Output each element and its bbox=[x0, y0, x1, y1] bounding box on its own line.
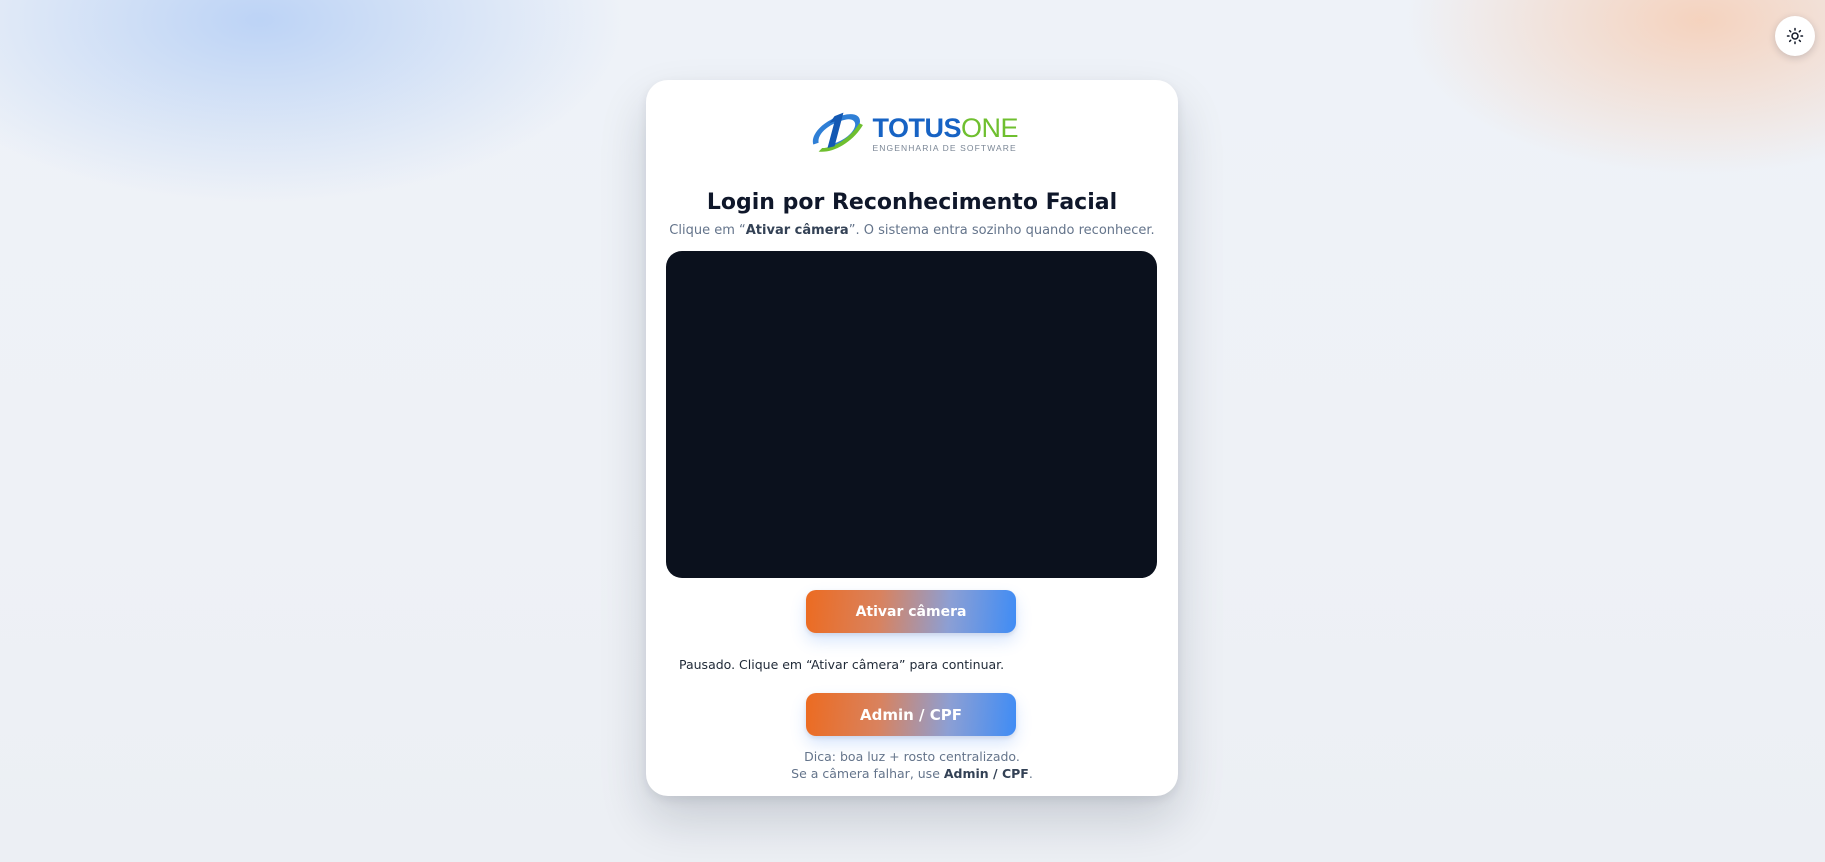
totus-one-logo-mark bbox=[812, 112, 863, 152]
status-message: Pausado. Clique em “Ativar câmera” para … bbox=[679, 657, 1005, 672]
tip-admin-link: Admin / CPF bbox=[943, 766, 1029, 781]
page-subtitle: Clique em “Ativar câmera”. O sistema ent… bbox=[646, 223, 1178, 238]
tip-line-2: Se a câmera falhar, use Admin / CPF. bbox=[646, 765, 1178, 782]
subtitle-suffix: ”. O sistema entra sozinho quando reconh… bbox=[848, 223, 1155, 238]
subtitle-action: Ativar câmera bbox=[745, 223, 849, 238]
camera-video-preview bbox=[666, 251, 1157, 578]
activate-camera-button[interactable]: Ativar câmera bbox=[806, 590, 1016, 633]
subtitle-prefix: Clique em “ bbox=[669, 223, 746, 238]
tip-line-2-suffix: . bbox=[1028, 766, 1033, 781]
brand-name-one: ONE bbox=[960, 112, 1019, 143]
help-tips: Dica: boa luz + rosto centralizado. Se a… bbox=[646, 748, 1178, 782]
sun-icon bbox=[1786, 27, 1804, 45]
brand-name-totus: TOTUS bbox=[872, 112, 961, 143]
tip-line-1: Dica: boa luz + rosto centralizado. bbox=[804, 749, 1020, 764]
theme-toggle-button[interactable] bbox=[1775, 16, 1815, 56]
tip-line-2-prefix: Se a câmera falhar, use bbox=[791, 766, 944, 781]
admin-cpf-button[interactable]: Admin / CPF bbox=[806, 693, 1016, 736]
brand-logo: TOTUSONE ENGENHARIA DE SOFTWARE bbox=[808, 104, 1019, 162]
page-title: Login por Reconhecimento Facial bbox=[706, 190, 1118, 215]
login-card: TOTUSONE ENGENHARIA DE SOFTWARE Login po… bbox=[646, 80, 1178, 796]
brand-tagline: ENGENHARIA DE SOFTWARE bbox=[872, 142, 1017, 153]
